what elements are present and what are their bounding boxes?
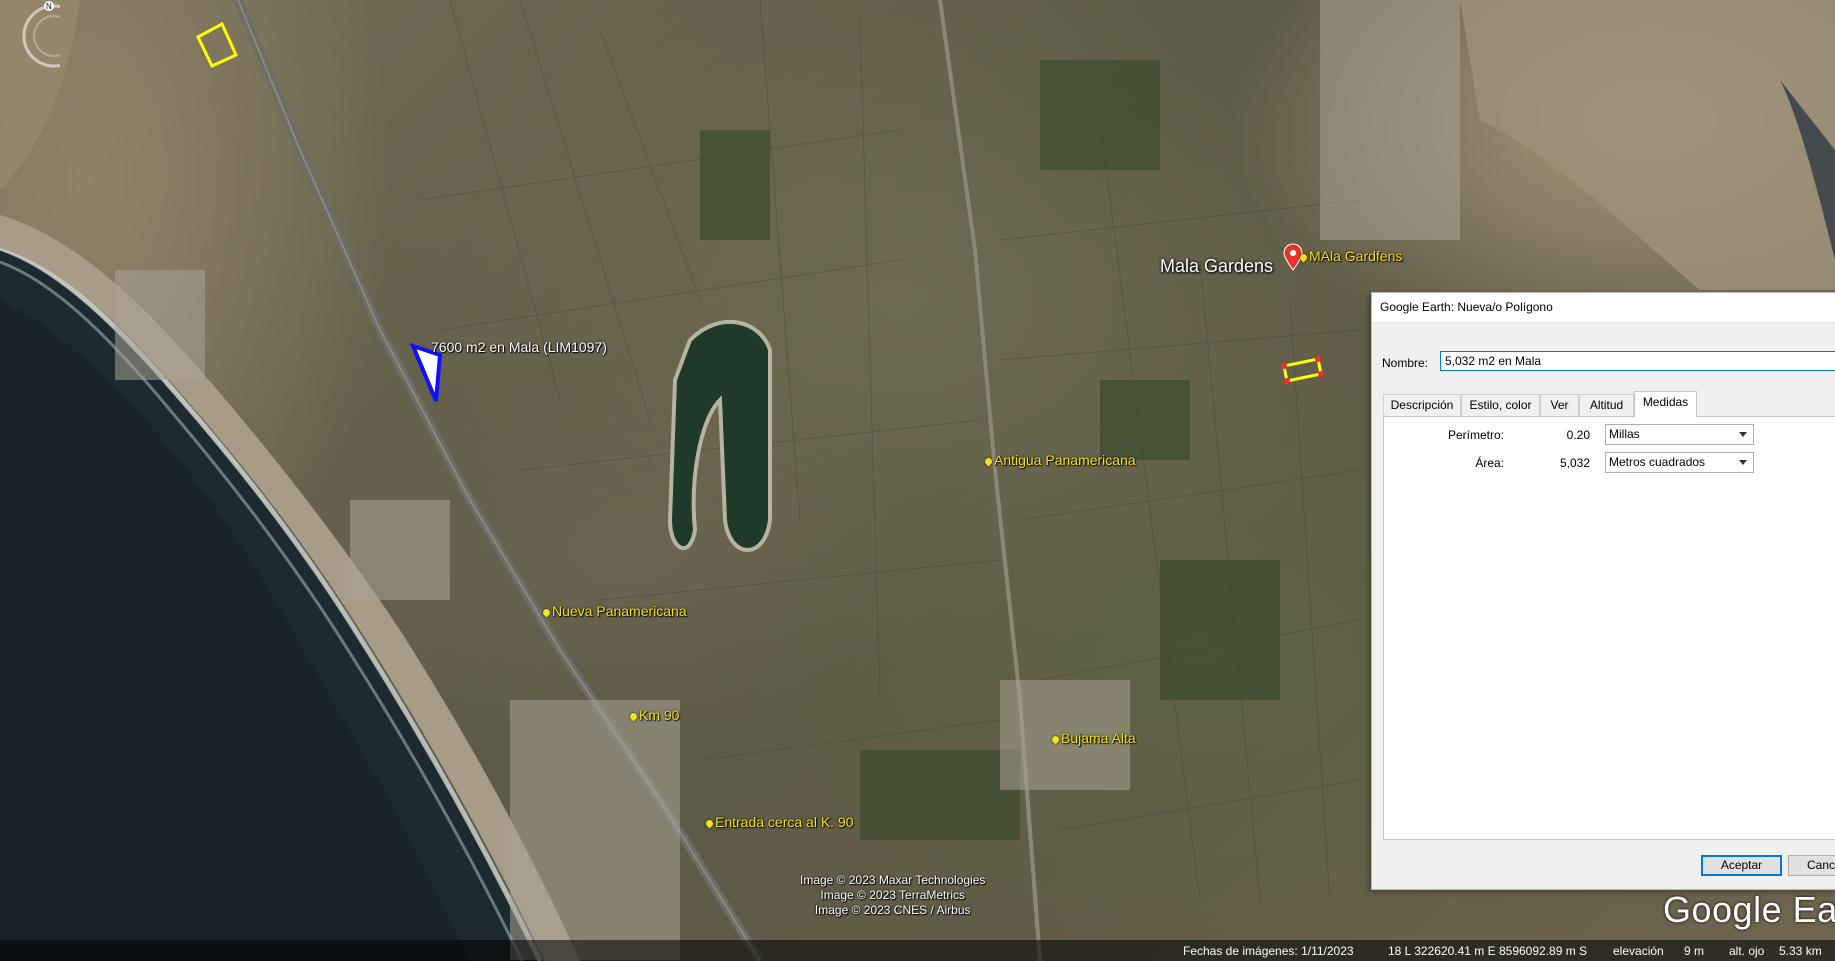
status-bar: Fechas de imágenes: 1/11/2023 18 L 32262… [0,940,1835,961]
placemark-bujama-alta[interactable]: Bujama Alta [1050,730,1136,746]
tab-estilo-color[interactable]: Estilo, color [1461,394,1540,416]
cancel-button[interactable]: Cance [1788,855,1835,876]
imagery-date: Fechas de imágenes: 1/11/2023 [1183,944,1354,958]
polygon-7600-label[interactable]: 7600 m2 en Mala (LIM1097) [431,339,607,355]
placemark-pin-icon [983,456,994,467]
placemark-pin-icon [704,818,715,829]
tab-descripcion[interactable]: Descripción [1383,394,1461,416]
perimeter-label: Perímetro: [1447,428,1504,442]
perimeter-value: 0.20 [1566,428,1590,442]
perimeter-unit-select[interactable]: Millas [1605,424,1754,445]
name-label: Nombre: [1382,356,1429,370]
yellow-polygon-north[interactable] [196,21,238,68]
chevron-down-icon [1739,460,1747,465]
placemark-entrada[interactable]: Entrada cerca al K. 90 [704,814,854,830]
placemark-nueva-panamericana[interactable]: Nueva Panamericana [541,603,687,619]
tab-medidas[interactable]: Medidas [1634,391,1697,417]
placemark-km90[interactable]: Km 90 [628,707,679,723]
name-input[interactable] [1440,351,1835,371]
dialog-title[interactable]: Google Earth: Nueva/o Polígono [1372,293,1835,323]
placemark-antigua-panamericana[interactable]: Antigua Panamericana [983,452,1136,468]
elevation-value: 9 m [1684,944,1705,958]
placemark-mala-gardfens[interactable]: MAla Gardfens [1298,248,1402,264]
tab-ver[interactable]: Ver [1540,394,1579,416]
area-value: 5,032 [1559,456,1590,470]
placemark-pin-icon [1298,252,1309,263]
eye-alt-label: alt. ojo [1729,944,1765,958]
placemark-pin-icon [1050,734,1061,745]
tab-altitud[interactable]: Altitud [1579,394,1634,416]
elevation-label: elevación [1613,944,1664,958]
coordinates: 18 L 322620.41 m E 8596092.89 m S [1388,944,1588,958]
placemark-pin-icon [628,711,639,722]
area-unit-select[interactable]: Metros cuadrados [1605,452,1754,473]
mala-gardens-label: Mala Gardens [1160,256,1274,276]
measures-panel: Perímetro: 0.20 Millas Área: 5,032 Metro… [1383,416,1835,840]
imagery-copyright: Image © 2023 Maxar Technologies Image © … [800,873,986,917]
svg-text:N: N [46,2,52,11]
eye-alt-value: 5.33 km [1779,944,1822,958]
chevron-down-icon [1739,432,1747,437]
compass-icon[interactable]: N [0,0,60,70]
google-earth-logo: Google Earth [1663,889,1835,930]
placemark-pin-icon [541,607,552,618]
area-label: Área: [1475,456,1504,470]
yellow-polygon-mala[interactable] [1282,357,1323,383]
new-polygon-dialog: Google Earth: Nueva/o Polígono Nombre: D… [1371,292,1835,890]
accept-button[interactable]: Aceptar [1701,855,1782,876]
